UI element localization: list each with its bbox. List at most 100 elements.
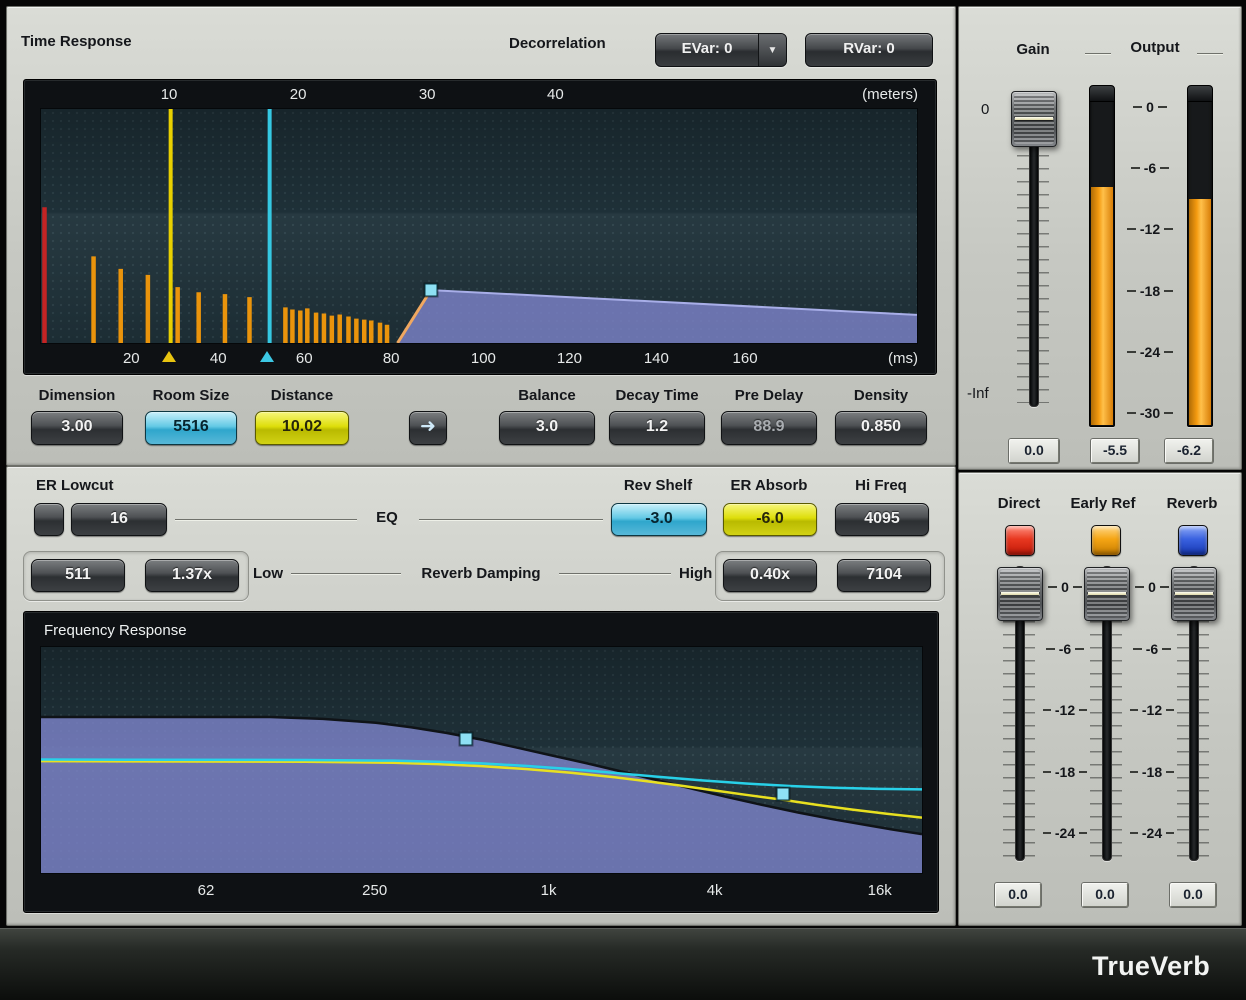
- distance-control[interactable]: 10.02: [255, 411, 349, 445]
- meter-right-value-display[interactable]: -6.2: [1165, 439, 1213, 463]
- mixer-scale-left: 0 -6 -12 -18 -24: [1043, 579, 1087, 841]
- eq-label: EQ: [357, 509, 417, 526]
- er-absorb-label: ER Absorb: [721, 477, 817, 494]
- balance-control[interactable]: 3.0: [499, 411, 595, 445]
- param-pre-delay: Pre Delay 88.9: [721, 387, 817, 445]
- output-meter-scale: 0 -6 -12 -18 -24 -30: [1115, 99, 1185, 421]
- room-size-control[interactable]: 5516: [145, 411, 237, 445]
- meter-scale-label: -30: [1140, 405, 1160, 421]
- frequency-response-plot[interactable]: [40, 646, 923, 874]
- fader-scale-label: -12: [1055, 702, 1075, 718]
- transfer-arrow-icon: ➜: [420, 416, 436, 437]
- param-balance: Balance 3.0: [499, 387, 595, 445]
- early-reflection-bars: [94, 256, 387, 343]
- transfer-arrow-button[interactable]: ➜: [409, 411, 447, 445]
- output-meter-left: [1089, 85, 1115, 427]
- damp-high-ratio-control[interactable]: 0.40x: [723, 559, 817, 592]
- fader-scale-label: 0: [1148, 579, 1156, 595]
- time-response-graph: 10 20 30 40 (meters) 20: [23, 79, 937, 375]
- time-response-panel: Time Response Decorrelation EVar: 0 ▼ RV…: [6, 6, 956, 466]
- dropdown-arrow-glyph: ▼: [768, 45, 778, 56]
- freq-axis: 62 250 1k 4k 16k: [40, 874, 923, 906]
- param-label: Pre Delay: [721, 387, 817, 405]
- early-marker-triangle-icon[interactable]: [162, 351, 176, 362]
- param-label: Density: [835, 387, 927, 405]
- direct-value-display[interactable]: 0.0: [995, 883, 1041, 907]
- output-dash: [1085, 53, 1111, 55]
- hi-freq-control[interactable]: 4095: [835, 503, 929, 536]
- meter-left-value-display[interactable]: -5.5: [1091, 439, 1139, 463]
- rvar-dropdown[interactable]: RVar: 0: [805, 33, 933, 67]
- early-ref-value-display[interactable]: 0.0: [1082, 883, 1128, 907]
- time-response-title: Time Response: [21, 33, 132, 50]
- meter-cap: [1090, 86, 1114, 102]
- gain-fader-knob[interactable]: [1011, 91, 1057, 147]
- pre-delay-control[interactable]: 88.9: [721, 411, 817, 445]
- ms-tick: 20: [123, 350, 140, 367]
- reverb-label: Reverb: [1152, 495, 1232, 512]
- meters-tick: 20: [290, 86, 307, 103]
- er-absorb-control[interactable]: -6.0: [723, 503, 817, 536]
- time-response-plot[interactable]: [40, 108, 918, 344]
- fader-scale-label: -24: [1142, 825, 1162, 841]
- ms-tick: 100: [471, 350, 496, 367]
- param-density: Density 0.850: [835, 387, 927, 445]
- reverb-fader-knob[interactable]: [1171, 567, 1217, 621]
- early-ref-mute-button[interactable]: [1091, 525, 1121, 556]
- frequency-response-graph: Frequency Response 62 250 1k 4k 16k: [23, 611, 939, 913]
- mixer-scale-right: 0 -6 -12 -18 -24: [1130, 579, 1174, 841]
- damp-low-freq-control[interactable]: 511: [31, 559, 125, 592]
- damping-handle[interactable]: [459, 733, 472, 746]
- meter-scale-label: 0: [1146, 99, 1154, 115]
- direct-mute-button[interactable]: [1005, 525, 1035, 556]
- gain-value-display[interactable]: 0.0: [1009, 439, 1059, 463]
- fader-scale-label: -18: [1055, 764, 1075, 780]
- high-label: High: [679, 565, 712, 582]
- early-ref-fader-knob[interactable]: [1084, 567, 1130, 621]
- param-distance: Distance 10.02: [255, 387, 349, 445]
- low-label: Low: [253, 565, 283, 582]
- param-label: Distance: [255, 387, 349, 405]
- dropdown-arrow-icon[interactable]: ▼: [758, 34, 786, 66]
- gain-label: Gain: [1003, 41, 1063, 58]
- direct-label: Direct: [979, 495, 1059, 512]
- gain-top-scale-label: 0: [981, 101, 989, 118]
- output-meter-right: [1187, 85, 1213, 427]
- reverb-level-handle[interactable]: [424, 284, 437, 297]
- evar-dropdown[interactable]: EVar: 0 ▼: [655, 33, 787, 67]
- rev-shelf-control[interactable]: -3.0: [611, 503, 707, 536]
- er-lowcut-control[interactable]: 16: [71, 503, 167, 536]
- gain-bottom-scale-label: -Inf: [967, 385, 989, 402]
- param-label: Balance: [499, 387, 595, 405]
- reverb-marker-triangle-icon[interactable]: [260, 351, 274, 362]
- meters-unit: (meters): [862, 86, 918, 103]
- ms-tick: 80: [383, 350, 400, 367]
- output-panel: Gain Output 0 -Inf 0 -6 -12 -18 -24 -30 …: [958, 6, 1242, 470]
- eq-divider-line: [175, 519, 357, 521]
- er-lowcut-label: ER Lowcut: [36, 477, 114, 494]
- density-control[interactable]: 0.850: [835, 411, 927, 445]
- early-ref-label: Early Ref: [1063, 495, 1143, 512]
- damping-divider-line: [291, 573, 401, 575]
- meter-scale-label: -6: [1144, 160, 1156, 176]
- meters-axis: 10 20 30 40 (meters): [40, 82, 918, 108]
- param-label: Room Size: [145, 387, 237, 405]
- decorrelation-label: Decorrelation: [509, 35, 606, 52]
- param-dimension: Dimension 3.00: [31, 387, 123, 445]
- dimension-control[interactable]: 3.00: [31, 411, 123, 445]
- evar-value: EVar: 0: [656, 34, 758, 66]
- reverb-damping-label: Reverb Damping: [405, 565, 557, 582]
- meters-tick: 10: [161, 86, 178, 103]
- ms-axis: 20 40 60 80 100 120 140 160 (ms): [40, 344, 918, 372]
- shelf-handle[interactable]: [776, 787, 789, 800]
- fader-scale-label: -6: [1146, 641, 1158, 657]
- reverb-value-display[interactable]: 0.0: [1170, 883, 1216, 907]
- param-label: Dimension: [31, 387, 123, 405]
- damp-low-ratio-control[interactable]: 1.37x: [145, 559, 239, 592]
- decay-time-control[interactable]: 1.2: [609, 411, 705, 445]
- reverb-mute-button[interactable]: [1178, 525, 1208, 556]
- damp-high-freq-control[interactable]: 7104: [837, 559, 931, 592]
- direct-fader-knob[interactable]: [997, 567, 1043, 621]
- damping-divider-line: [559, 573, 671, 575]
- er-lowcut-toggle[interactable]: [34, 503, 64, 536]
